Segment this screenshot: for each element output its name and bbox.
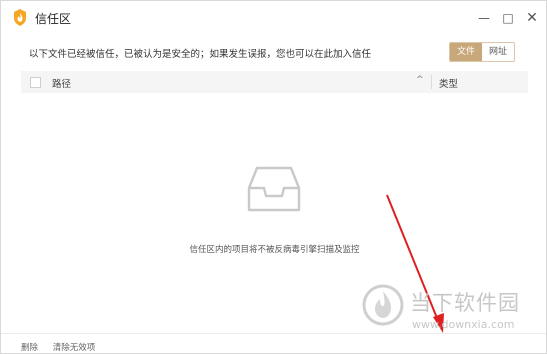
watermark-url: www.downxia.com [412, 318, 515, 331]
tab-file[interactable]: 文件 [450, 43, 483, 61]
table-header: 路径 ^ 类型 [21, 71, 528, 93]
minimize-button[interactable]: — [475, 9, 493, 27]
column-divider[interactable] [431, 75, 432, 89]
clear-invalid-button[interactable]: 清除无效项 [53, 343, 96, 353]
shield-flame-icon [14, 9, 26, 26]
watermark-logo-icon [362, 284, 404, 326]
trust-zone-window: 信任区 — □ ✕ 以下文件已经被信任，已被认为是安全的；如果发生误报，您也可以… [0, 0, 547, 354]
footer-actions: 删除 清除无效项 [21, 341, 107, 353]
watermark-title: 当下软件园 [410, 291, 520, 315]
footer-divider [1, 333, 546, 334]
sort-icon[interactable]: ^ [416, 75, 424, 85]
tab-url[interactable]: 网址 [482, 43, 515, 61]
maximize-button[interactable]: □ [499, 9, 517, 27]
select-all-checkbox[interactable] [30, 77, 41, 88]
delete-button[interactable]: 删除 [21, 343, 38, 353]
close-button[interactable]: ✕ [523, 9, 541, 27]
type-switch: 文件 网址 [449, 42, 516, 62]
info-message: 以下文件已经被信任，已被认为是安全的；如果发生误报，您也可以在此加入信任 [29, 49, 372, 60]
column-type[interactable]: 类型 [439, 76, 458, 90]
empty-state-message: 信任区内的项目将不被反病毒引擎扫描及监控 [189, 245, 360, 255]
title-bar: 信任区 — □ ✕ [1, 1, 546, 35]
column-path[interactable]: 路径 [52, 76, 71, 90]
empty-tray-icon [247, 166, 301, 212]
window-title: 信任区 [35, 12, 72, 26]
